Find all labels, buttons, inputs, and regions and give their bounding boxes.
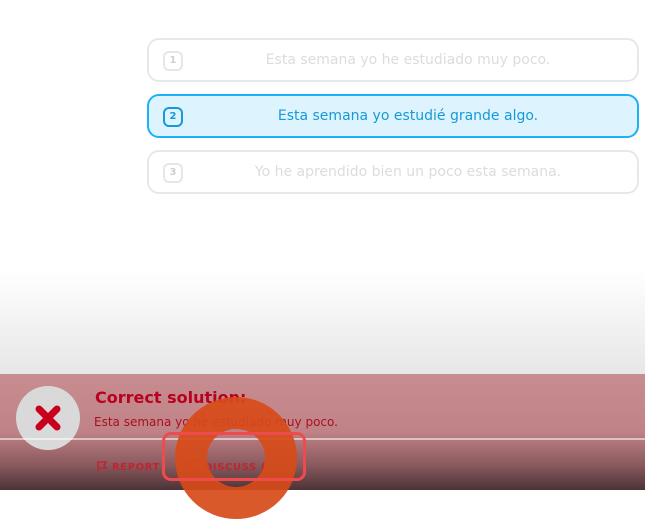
discuss-label: DISCUSS (	[204, 462, 267, 473]
flag-icon	[97, 461, 108, 471]
choice-number-badge: 3	[163, 163, 183, 183]
comment-icon	[190, 460, 200, 471]
choice-number-badge: 2	[163, 107, 183, 127]
background-fade	[0, 270, 645, 374]
feedback-panel: Correct solution: Esta semana yo he estu…	[0, 374, 645, 490]
report-label: REPORT	[112, 462, 161, 473]
correct-answer-text: Esta semana yo he estudiado muy poco.	[94, 415, 338, 429]
divider	[0, 438, 645, 440]
feedback-title: Correct solution:	[95, 388, 247, 407]
report-button[interactable]: REPORT	[96, 460, 160, 473]
choice-text: Esta semana yo he estudiado muy poco.	[265, 52, 551, 68]
discuss-button[interactable]: DISCUSS (	[190, 460, 266, 473]
choice-text: Esta semana yo estudié grande algo.	[277, 108, 539, 124]
close-icon	[35, 405, 61, 431]
choice-option-1[interactable]: 1 Esta semana yo he estudiado muy poco.	[147, 38, 639, 82]
choice-number-badge: 1	[163, 51, 183, 71]
choice-text: Yo he aprendido bien un poco esta semana…	[254, 164, 562, 180]
incorrect-badge	[16, 386, 80, 450]
choice-option-2[interactable]: 2 Esta semana yo estudié grande algo.	[147, 94, 639, 138]
choice-option-3[interactable]: 3 Yo he aprendido bien un poco esta sema…	[147, 150, 639, 194]
